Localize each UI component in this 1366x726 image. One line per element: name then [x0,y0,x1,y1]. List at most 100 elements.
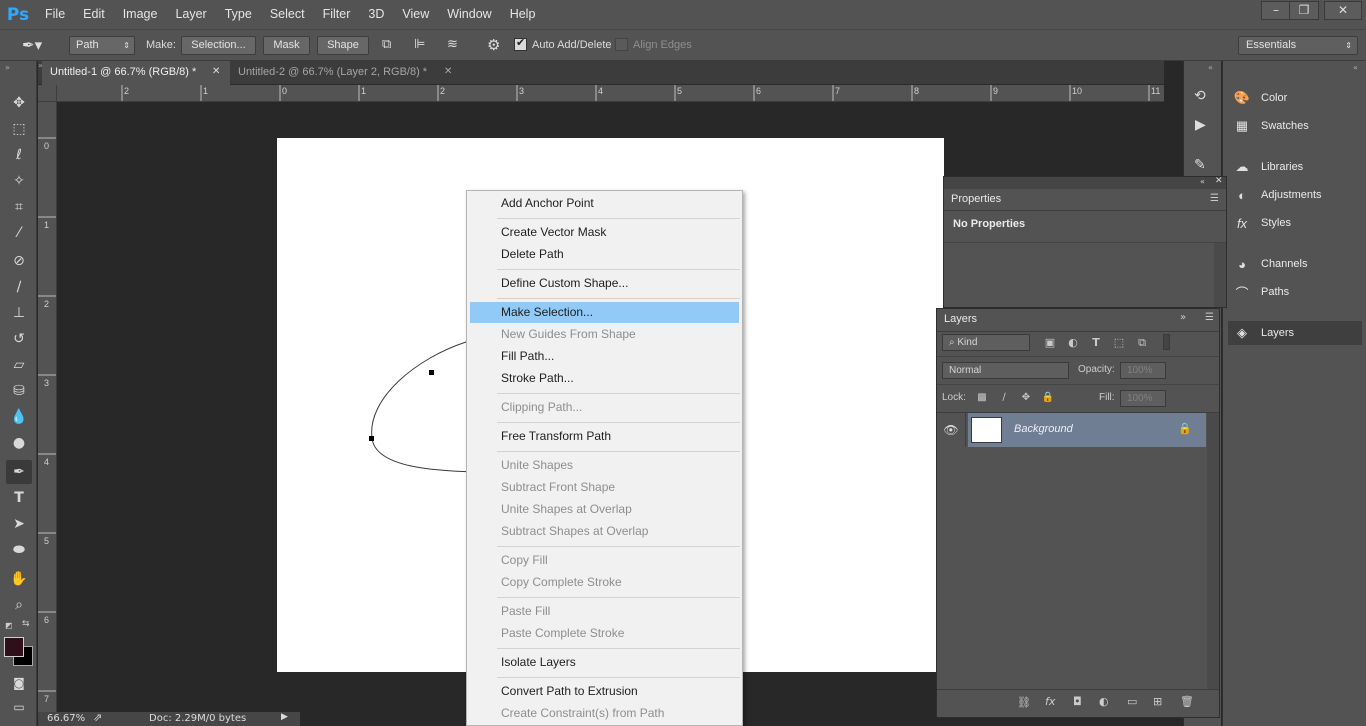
menu-add-anchor-point[interactable]: Add Anchor Point [470,193,739,214]
menu-subtract-front-shape[interactable]: Subtract Front Shape [470,477,739,498]
type-tool-icon[interactable]: T [6,486,32,510]
menu-free-transform-path[interactable]: Free Transform Path [470,426,739,447]
share-icon[interactable]: ⇗ [93,711,102,724]
tab-untitled-1[interactable]: Untitled-1 @ 66.7% (RGB/8) * [42,61,230,85]
minimize-button[interactable]: – [1261,1,1291,20]
collapse-panels-icon[interactable]: « [1353,63,1358,72]
filter-pixel-icon[interactable]: ▣ [1043,336,1057,350]
restore-button[interactable]: ❐ [1289,1,1319,20]
make-mask-button[interactable]: Mask [263,36,310,55]
trash-icon[interactable]: 🗑 [1180,695,1194,708]
tab-properties[interactable]: Properties [944,189,1009,211]
panel-header[interactable] [944,177,1226,189]
layer-filter-dropdown[interactable]: ⌕ Kind [942,334,1030,351]
close-window-button[interactable]: ✕ [1324,1,1362,20]
lock-image-icon[interactable]: ∕ [997,391,1011,405]
auto-add-delete-checkbox[interactable]: ✔ [514,36,527,51]
clone-stamp-tool-icon[interactable]: ⊥ [6,301,32,325]
vertical-ruler[interactable]: 0 1 2 3 4 5 6 7 [38,102,57,712]
default-colors-icon[interactable]: ◩ [5,621,15,631]
panel-swatches[interactable]: ▦ Swatches [1231,114,1363,138]
menu-define-custom-shape[interactable]: Define Custom Shape... [470,273,739,294]
history-brush-tool-icon[interactable]: ↺ [6,327,32,351]
close-tab-icon[interactable]: ✕ [212,66,220,77]
filter-adjustment-icon[interactable]: ◐ [1066,336,1080,350]
magic-wand-tool-icon[interactable]: ✧ [6,169,32,193]
menu-stroke-path[interactable]: Stroke Path... [470,368,739,389]
menu-paste-fill[interactable]: Paste Fill [470,601,739,622]
menu-window[interactable]: Window [438,0,500,29]
anchor-point[interactable] [369,436,374,441]
swap-colors-icon[interactable]: ⇆ [22,619,32,629]
link-layers-icon[interactable]: ⛓ [1017,696,1031,709]
collapse-toolbar-icon[interactable]: » [5,63,31,72]
zoom-tool-icon[interactable]: ⌕ [6,593,32,617]
menu-convert-path-to-extrusion[interactable]: Convert Path to Extrusion [470,681,739,702]
menu-copy-fill[interactable]: Copy Fill [470,550,739,571]
menu-create-constraints-from-path[interactable]: Create Constraint(s) from Path [470,703,739,724]
fill-input[interactable]: 100% [1120,390,1166,407]
collapse-dock-icon[interactable]: « [1208,63,1213,72]
layer-row[interactable]: 👁 Background 🔒 [937,413,1206,447]
quick-mask-icon[interactable]: ◙ [6,671,32,695]
menu-select[interactable]: Select [261,0,314,29]
layer-name[interactable]: Background [1014,423,1073,435]
panel-adjustments[interactable]: ◐ Adjustments [1231,183,1363,207]
menu-help[interactable]: Help [501,0,545,29]
filter-shape-icon[interactable]: ⬚ [1112,336,1126,350]
path-alignment-icon[interactable]: ⊫ [414,37,432,55]
pen-tool-preset-icon[interactable]: ✒▾ [22,36,56,56]
gear-icon[interactable]: ⚙ [487,36,505,54]
menu-paste-complete-stroke[interactable]: Paste Complete Stroke [470,623,739,644]
panel-paths[interactable]: ⌒ Paths [1231,280,1363,304]
close-panel-icon[interactable]: ✕ [1215,176,1223,186]
make-shape-button[interactable]: Shape [317,36,369,55]
close-tab-icon[interactable]: ✕ [444,66,452,77]
menu-filter[interactable]: Filter [314,0,360,29]
eyedropper-tool-icon[interactable]: ⁄ [6,221,32,245]
move-tool-icon[interactable]: ✥ [6,91,32,115]
lasso-tool-icon[interactable]: ℓ [6,143,32,167]
blur-tool-icon[interactable]: 💧 [6,405,32,429]
layers-scrollbar[interactable] [1207,413,1219,689]
menu-make-selection[interactable]: Make Selection... [470,302,739,323]
eraser-tool-icon[interactable]: ▱ [6,353,32,377]
path-selection-tool-icon[interactable]: ➤ [6,512,32,536]
actions-panel-icon[interactable]: ▶ [1195,117,1206,133]
history-panel-icon[interactable]: ⟲ [1194,88,1206,104]
panel-styles[interactable]: fx Styles [1231,211,1363,235]
filter-type-icon[interactable]: T [1089,336,1103,350]
lock-all-icon[interactable]: 🔒 [1041,391,1055,405]
menu-file[interactable]: File [36,0,74,29]
workspace-dropdown[interactable]: Essentials ⇕ [1238,36,1358,55]
eye-visibility-icon[interactable]: 👁 [937,413,966,447]
menu-3d[interactable]: 3D [359,0,393,29]
foreground-color-swatch[interactable] [4,637,24,657]
menu-new-guides-from-shape[interactable]: New Guides From Shape [470,324,739,345]
menu-delete-path[interactable]: Delete Path [470,244,739,265]
tab-layers[interactable]: Layers [937,309,985,331]
menu-unite-shapes[interactable]: Unite Shapes [470,455,739,476]
panel-channels[interactable]: ◕ Channels [1231,252,1363,276]
status-menu-arrow-icon[interactable]: ▶ [281,712,288,722]
new-adjustment-icon[interactable]: ◐ [1099,695,1109,708]
zoom-level[interactable]: 66.67% [47,713,85,724]
dodge-tool-icon[interactable]: ● [6,431,32,455]
path-arrangement-icon[interactable]: ≋ [447,37,469,55]
opacity-input[interactable]: 100% [1120,362,1166,379]
filter-smart-object-icon[interactable]: ⧉ [1135,336,1149,350]
new-group-icon[interactable]: ▭ [1127,695,1137,708]
menu-clipping-path[interactable]: Clipping Path... [470,397,739,418]
anchor-point[interactable] [429,370,434,375]
fx-icon[interactable]: fx [1045,695,1055,708]
marquee-tool-icon[interactable]: ⬚ [6,117,32,141]
menu-isolate-layers[interactable]: Isolate Layers [470,652,739,673]
menu-subtract-shapes-at-overlap[interactable]: Subtract Shapes at Overlap [470,521,739,542]
scrollbar[interactable] [1214,243,1226,307]
brush-tool-icon[interactable]: ∕ [6,275,32,299]
menu-fill-path[interactable]: Fill Path... [470,346,739,367]
panel-menu-icon[interactable]: ☰ [1205,312,1214,323]
collapse-icon[interactable]: « [1200,177,1205,186]
panel-menu-icon[interactable]: ☰ [1210,193,1219,204]
crop-tool-icon[interactable]: ⌗ [6,195,32,219]
